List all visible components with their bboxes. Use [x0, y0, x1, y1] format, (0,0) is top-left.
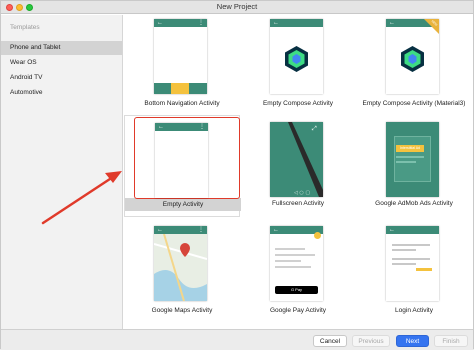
- template-gallery: ← ⋮ Bottom Navigation Activity ← Empty Co…: [124, 15, 473, 329]
- empty-activity-preview-icon: ← ⋮: [155, 123, 208, 198]
- template-label: Empty Compose Activity: [262, 100, 334, 107]
- template-card-fullscreen[interactable]: ⤢ ◁ ○ ▢ Fullscreen Activity: [240, 115, 356, 217]
- interstitial-ad-banner: Interstitial Ad: [396, 145, 424, 152]
- template-card-empty-compose[interactable]: ← Empty Compose Activity: [240, 15, 356, 117]
- google-pay-preview-icon: ← G Pay: [270, 226, 323, 301]
- sidebar-item-android-tv[interactable]: Android TV: [1, 71, 122, 85]
- svg-text:⤢: ⤢: [312, 125, 317, 132]
- template-label: Bottom Navigation Activity: [144, 100, 220, 107]
- template-card-bottom-navigation[interactable]: ← ⋮ Bottom Navigation Activity: [124, 15, 240, 117]
- template-card-google-maps[interactable]: ← ⋮ Google Maps Activity: [124, 222, 240, 324]
- compose-cube-material3-icon: ← NEW: [386, 19, 439, 94]
- finish-button[interactable]: Finish: [434, 335, 468, 347]
- admob-preview-icon: Interstitial Ad: [386, 122, 439, 197]
- title-bar: New Project: [1, 1, 473, 14]
- template-label: Google Maps Activity: [151, 307, 213, 314]
- template-label: Empty Compose Activity (Material3): [362, 100, 466, 107]
- sidebar-item-wear-os[interactable]: Wear OS: [1, 56, 122, 70]
- template-card-empty-activity[interactable]: ← ⋮ Empty Activity: [124, 115, 241, 217]
- template-card-admob[interactable]: Interstitial Ad Google AdMob Ads Activit…: [356, 115, 472, 217]
- template-card-google-pay[interactable]: ← G Pay Google Pay Activity: [240, 222, 356, 324]
- template-label: Empty Activity: [162, 201, 204, 208]
- sidebar-item-phone-and-tablet[interactable]: Phone and Tablet: [1, 41, 122, 55]
- google-pay-button: G Pay: [275, 286, 318, 294]
- sidebar-item-automotive[interactable]: Automotive: [1, 86, 122, 100]
- fullscreen-preview-icon: ⤢ ◁ ○ ▢: [270, 122, 323, 197]
- template-label: Fullscreen Activity: [271, 200, 325, 207]
- sidebar-header: Templates: [10, 24, 40, 31]
- template-label: Login Activity: [395, 307, 433, 314]
- next-button[interactable]: Next: [396, 335, 429, 347]
- dialog-footer: Cancel Previous Next Finish: [1, 329, 473, 349]
- previous-button[interactable]: Previous: [352, 335, 390, 347]
- new-project-window: New Project Templates Phone and Tablet W…: [0, 0, 474, 349]
- bottom-navigation-preview-icon: ← ⋮: [154, 19, 207, 94]
- svg-text:◁ ○ ▢: ◁ ○ ▢: [294, 190, 310, 196]
- template-card-login[interactable]: ← Login Activity: [356, 222, 472, 324]
- login-preview-icon: ←: [386, 226, 439, 301]
- compose-cube-icon: ←: [270, 19, 323, 94]
- template-label: Google Pay Activity: [270, 307, 326, 314]
- template-card-empty-compose-material3[interactable]: ← NEW Empty Compose Activity (Material3): [356, 15, 472, 117]
- cancel-button[interactable]: Cancel: [313, 335, 347, 347]
- window-title: New Project: [216, 2, 258, 11]
- map-preview-icon: ← ⋮: [154, 226, 207, 301]
- template-label: Google AdMob Ads Activity: [375, 200, 453, 207]
- templates-sidebar: Templates Phone and Tablet Wear OS Andro…: [1, 15, 123, 329]
